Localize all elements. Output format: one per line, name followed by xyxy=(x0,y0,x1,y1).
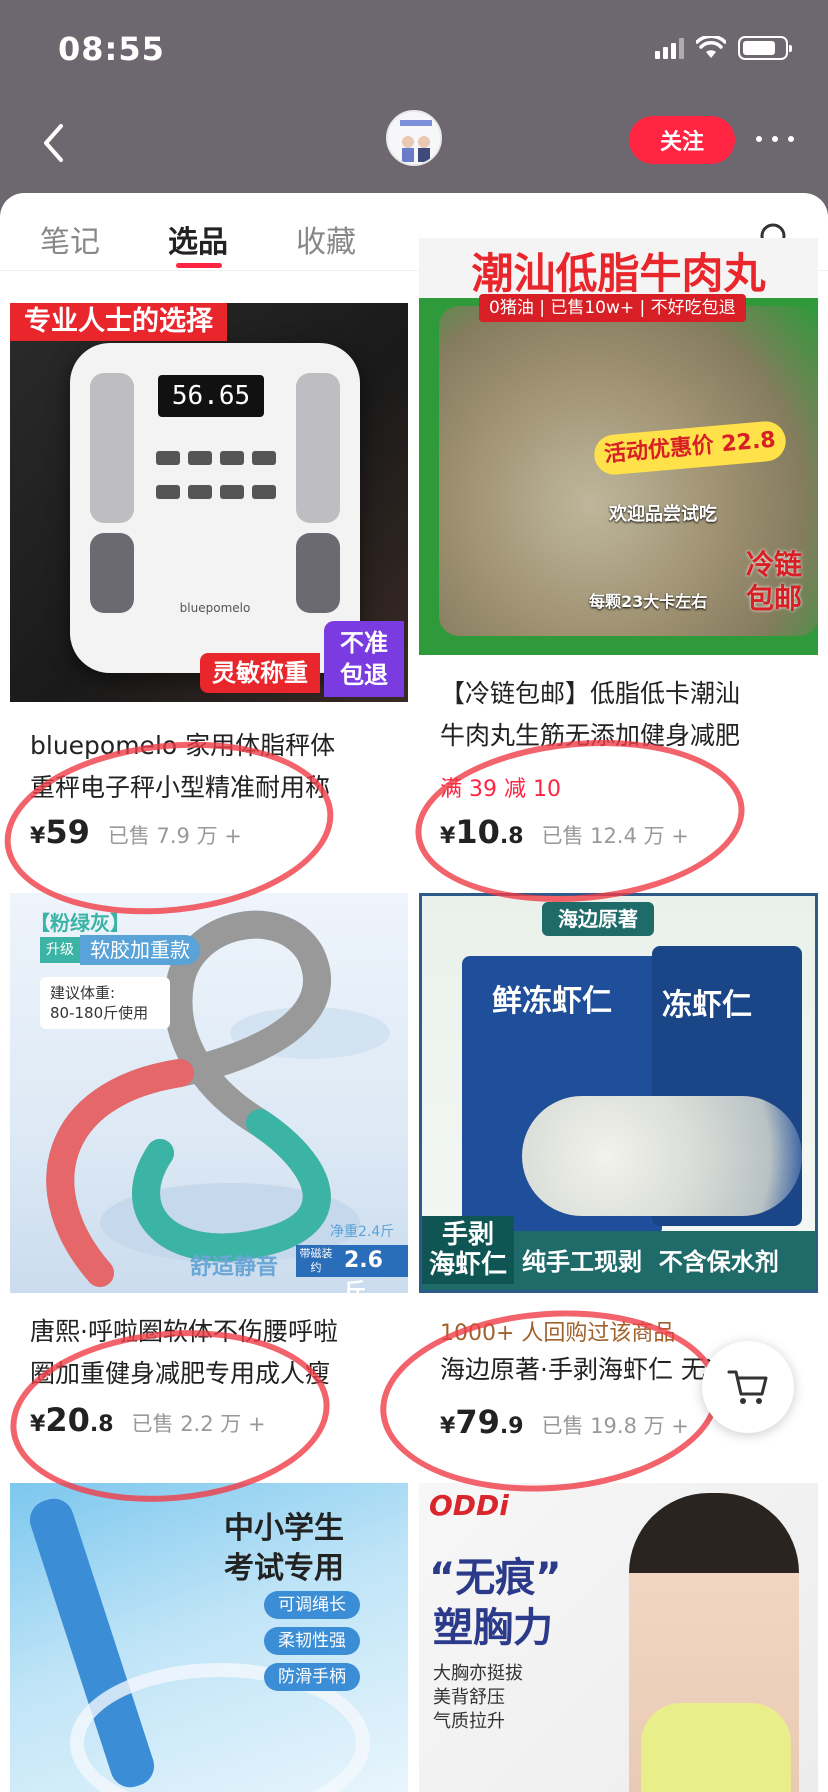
product-image-bra[interactable]: ODDi “无痕” 塑胸力 大胸亦挺拔 美背舒压 气质拉升 xyxy=(419,1483,818,1792)
image-pill: 可调绳长 xyxy=(264,1591,360,1619)
back-button[interactable] xyxy=(28,118,78,168)
image-slogan: 纯手工现剥 不含保水剂 xyxy=(522,1248,779,1276)
image-banner: 专业人士的选择 xyxy=(10,303,227,341)
image-cold-chain: 冷链 包邮 xyxy=(737,548,811,616)
scale-brand: bluepomelo xyxy=(179,601,251,615)
shrimp-bowl xyxy=(522,1096,802,1216)
image-soft: 软胶加重款 xyxy=(80,935,200,965)
badge-line: 冷链 xyxy=(745,548,802,581)
note-line: 80-180斤使用 xyxy=(50,1004,149,1022)
package-name-back: 冻虾仁 xyxy=(662,988,752,1023)
product-image-jump-rope[interactable]: 中小学生 考试专用 可调绳长 柔韧性强 防滑手柄 xyxy=(10,1483,408,1792)
image-net-weight: 净重2.4斤 xyxy=(330,1224,395,1240)
image-trial: 欢迎品尝试吃 xyxy=(609,504,717,525)
image-badge-refund: 不准 包退 xyxy=(324,621,404,697)
note-line: 建议体重: xyxy=(50,984,116,1002)
follow-button[interactable]: 关注 xyxy=(629,116,735,164)
scale-display: 56.65 xyxy=(158,375,264,417)
tab-selected-products[interactable]: 选品 xyxy=(168,217,228,261)
image-subline: 0猪油 | 已售10w+ | 不好吃包退 xyxy=(479,294,746,322)
image-headline2: 塑胸力 xyxy=(433,1605,553,1651)
tab-notes[interactable]: 笔记 xyxy=(40,217,100,261)
wifi-icon xyxy=(696,36,726,58)
image-weight-note: 建议体重: 80-180斤使用 xyxy=(40,977,170,1029)
image-comfort: 舒适静音 xyxy=(190,1255,279,1280)
product-image-beef-balls[interactable]: 潮汕低脂牛肉丸 0猪油 | 已售10w+ | 不好吃包退 活动优惠价 22.8 … xyxy=(419,238,818,655)
active-tab-indicator xyxy=(176,263,222,268)
image-pill: 柔韧性强 xyxy=(264,1627,360,1655)
package-name: 鲜冻虾仁 xyxy=(492,984,612,1019)
image-hand-peeled: 手剥 海虾仁 xyxy=(422,1216,514,1284)
badge-line: 海虾仁 xyxy=(428,1250,507,1280)
cart-button[interactable] xyxy=(702,1341,794,1433)
image-badge: 灵敏称重 xyxy=(200,653,320,693)
scale-platform: 56.65 bluepomelo xyxy=(70,343,360,673)
badge-line: 包邮 xyxy=(745,582,802,615)
image-headline: 潮汕低脂牛肉丸 xyxy=(471,249,766,298)
avatar[interactable] xyxy=(386,110,442,166)
product-image-shrimp[interactable]: 海边原著 鲜冻虾仁 冻虾仁 手剥 海虾仁 纯手工现剥 不含保水剂 xyxy=(419,893,818,1293)
image-upgrade: 升级 xyxy=(40,937,80,963)
battery-icon xyxy=(738,36,792,60)
badge-line: 不准 xyxy=(340,629,388,657)
badge-line: 包退 xyxy=(340,661,388,689)
product-image-hula-hoop[interactable]: 【粉绿灰】 升级 软胶加重款 建议体重: 80-180斤使用 净重2.4斤 舒适… xyxy=(10,893,408,1293)
image-line1: 中小学生 xyxy=(224,1511,344,1546)
avatar-image xyxy=(388,112,440,164)
status-bar: 08:55 xyxy=(0,0,828,96)
status-time: 08:55 xyxy=(58,30,165,68)
bra-garment xyxy=(641,1703,791,1792)
product-image-scale[interactable]: 56.65 bluepomelo 专业人士的选择 灵敏称重 不准 包退 xyxy=(10,303,408,702)
shopping-cart-icon xyxy=(727,1370,768,1404)
main-content: 笔记 选品 收藏 56.65 bluepomelo 专业人士的选择 灵敏称重 不… xyxy=(0,193,828,1792)
chevron-left-icon xyxy=(44,124,63,162)
image-sub: 气质拉升 xyxy=(433,1711,505,1732)
title-line: 【冷链包邮】低脂低卡潮汕 xyxy=(440,679,741,708)
image-sub: 大胸亦挺拔 xyxy=(433,1663,523,1684)
image-note: 每颗23大卡左右 xyxy=(589,592,708,611)
more-options-icon[interactable] xyxy=(750,124,800,154)
image-pill: 防滑手柄 xyxy=(264,1663,360,1691)
image-logo: ODDi xyxy=(429,1489,509,1522)
nav-bar: 关注 xyxy=(0,96,828,196)
signal-icon xyxy=(655,37,684,59)
image-line2: 考试专用 xyxy=(224,1551,344,1586)
tab-favorites[interactable]: 收藏 xyxy=(296,217,356,261)
image-bead: 带磁装约 xyxy=(296,1245,336,1277)
status-icons xyxy=(655,36,792,60)
image-weight-value: 2.6斤 xyxy=(336,1245,408,1293)
image-brand: 海边原著 xyxy=(542,902,654,936)
badge-line: 手剥 xyxy=(441,1220,494,1250)
image-sub: 美背舒压 xyxy=(433,1687,505,1708)
